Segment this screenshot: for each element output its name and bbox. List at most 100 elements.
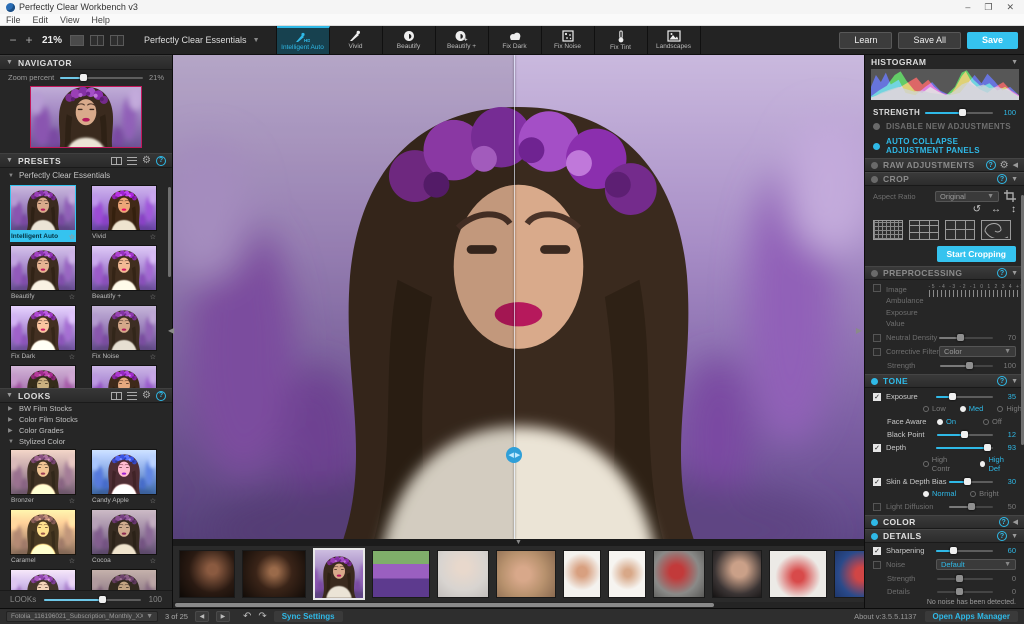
collapse-triangle-icon[interactable]: ▼ bbox=[1011, 270, 1018, 277]
toolbar-preset-vivid[interactable]: Vivid bbox=[330, 26, 383, 54]
aspect-ratio-dropdown[interactable]: Original ▼ bbox=[935, 191, 999, 202]
flip-vertical-icon[interactable]: ↕ bbox=[1011, 204, 1016, 215]
list-view-icon[interactable] bbox=[127, 157, 137, 165]
menu-help[interactable]: Help bbox=[91, 15, 110, 25]
thumbnail-view-icon[interactable] bbox=[111, 392, 122, 400]
favorite-star-icon[interactable]: ☆ bbox=[150, 557, 156, 565]
filmstrip-thumb-7[interactable] bbox=[563, 550, 601, 598]
noise-checkbox[interactable] bbox=[873, 561, 881, 569]
about-version[interactable]: About v:3.5.5.1137 bbox=[854, 612, 916, 621]
favorite-star-icon[interactable]: ☆ bbox=[150, 497, 156, 505]
redo-icon[interactable]: ↷ bbox=[258, 612, 266, 622]
help-icon[interactable]: ? bbox=[997, 376, 1007, 386]
toolbar-preset-fix-noise[interactable]: Fix Noise bbox=[542, 26, 595, 54]
look-tile-bronzer[interactable]: Bronzer☆ bbox=[10, 449, 76, 506]
looks-header[interactable]: ▼ LOOKS ⚙ ? bbox=[0, 388, 172, 403]
presets-scrollbar[interactable] bbox=[168, 187, 171, 277]
filmstrip-collapse-chevron[interactable]: ▼ bbox=[173, 539, 864, 546]
filmstrip-thumb-2[interactable] bbox=[242, 550, 306, 598]
filename-dropdown[interactable]: Fotolia_116196021_Subscription_Monthly_X… bbox=[6, 611, 158, 622]
face-aware-on-radio[interactable]: On bbox=[937, 417, 956, 426]
undo-icon[interactable]: ↶ bbox=[243, 612, 251, 622]
exposure-high-radio[interactable]: High bbox=[997, 404, 1021, 413]
main-image[interactable]: ◀ ▶ bbox=[173, 55, 864, 539]
strength-slider[interactable] bbox=[925, 108, 993, 117]
flip-horizontal-icon[interactable]: ↔ bbox=[991, 204, 1001, 215]
noise-strength-slider[interactable] bbox=[937, 574, 993, 583]
preset-tile-partial[interactable] bbox=[91, 365, 157, 388]
help-icon[interactable]: ? bbox=[986, 160, 996, 170]
toolbar-preset-landscapes[interactable]: Landscapes bbox=[648, 26, 701, 54]
crop-grid-thirds-button[interactable] bbox=[909, 220, 939, 240]
neutral-density-slider[interactable] bbox=[939, 333, 993, 342]
color-header[interactable]: COLOR ? ◀ bbox=[865, 515, 1024, 529]
learn-button[interactable]: Learn bbox=[839, 32, 892, 49]
look-tile-partial[interactable] bbox=[91, 569, 157, 590]
preset-tile-beautify[interactable]: Beautify☆ bbox=[10, 245, 76, 302]
favorite-star-icon[interactable]: ☆ bbox=[150, 293, 156, 301]
noise-dropdown[interactable]: Default ▼ bbox=[936, 559, 1016, 570]
favorite-star-icon[interactable]: ☆ bbox=[69, 497, 75, 505]
preset-tile-beautify-plus[interactable]: Beautify +☆ bbox=[91, 245, 157, 302]
collapse-triangle-icon[interactable]: ▼ bbox=[1011, 59, 1018, 66]
depth-high-def-radio[interactable]: High Def bbox=[980, 455, 1016, 473]
black-point-slider[interactable] bbox=[937, 430, 993, 439]
filmstrip-thumb-4[interactable] bbox=[372, 550, 430, 598]
menu-file[interactable]: File bbox=[6, 15, 21, 25]
looks-group-color-grades[interactable]: ▶Color Grades bbox=[0, 425, 172, 436]
collapse-triangle-icon[interactable]: ◀ bbox=[1013, 161, 1018, 169]
view-single-button[interactable] bbox=[70, 35, 84, 46]
close-button[interactable]: ✕ bbox=[1006, 0, 1014, 14]
collapse-triangle-icon[interactable]: ▼ bbox=[1011, 533, 1018, 540]
view-split-button[interactable] bbox=[90, 35, 104, 46]
crop-grid-golden-spiral-button[interactable] bbox=[981, 220, 1011, 240]
details-header[interactable]: DETAILS ? ▼ bbox=[865, 529, 1024, 543]
help-icon[interactable]: ? bbox=[156, 391, 166, 401]
zoom-out-button[interactable]: − bbox=[8, 33, 18, 47]
help-icon[interactable]: ? bbox=[997, 174, 1007, 184]
raw-adjustments-header[interactable]: RAW ADJUSTMENTS ? ⚙ ◀ bbox=[865, 158, 1024, 172]
next-image-button[interactable]: ▶ bbox=[216, 611, 230, 622]
preset-group-dropdown[interactable]: Perfectly Clear Essentials▼ bbox=[136, 35, 267, 45]
auto-collapse-toggle[interactable]: AUTO COLLAPSE ADJUSTMENT PANELS bbox=[865, 134, 1024, 158]
open-apps-manager-button[interactable]: Open Apps Manager bbox=[925, 611, 1019, 622]
preprocessing-strength-slider[interactable] bbox=[940, 361, 993, 370]
light-diffusion-slider[interactable] bbox=[949, 502, 993, 511]
exposure-med-radio[interactable]: Med bbox=[960, 404, 984, 413]
filmstrip-thumb-8[interactable] bbox=[608, 550, 646, 598]
preset-tile-fix-noise[interactable]: Fix Noise☆ bbox=[91, 305, 157, 362]
minimize-button[interactable]: – bbox=[965, 0, 970, 14]
zoom-in-button[interactable]: + bbox=[24, 33, 34, 47]
skin-depth-bias-checkbox[interactable]: ✓ bbox=[873, 478, 881, 486]
sync-settings-button[interactable]: Sync Settings bbox=[274, 611, 343, 622]
crop-icon[interactable] bbox=[1004, 190, 1016, 202]
preset-tile-fix-dark[interactable]: Fix Dark☆ bbox=[10, 305, 76, 362]
before-after-split-line[interactable] bbox=[514, 55, 515, 539]
favorite-star-icon[interactable]: ☆ bbox=[69, 233, 75, 241]
sharpening-slider[interactable] bbox=[936, 546, 993, 555]
tone-header[interactable]: TONE ? ▼ bbox=[865, 374, 1024, 388]
gear-icon[interactable]: ⚙ bbox=[142, 156, 151, 165]
look-tile-candy-apple[interactable]: Candy Apple☆ bbox=[91, 449, 157, 506]
filmstrip-thumb-12[interactable] bbox=[834, 550, 864, 598]
filmstrip-thumb-11[interactable] bbox=[769, 550, 827, 598]
gear-icon[interactable]: ⚙ bbox=[1000, 161, 1009, 170]
list-view-icon[interactable] bbox=[127, 392, 137, 400]
toolbar-preset-intelligent-auto[interactable]: HD Intelligent Auto bbox=[277, 26, 330, 54]
save-all-button[interactable]: Save All bbox=[898, 32, 961, 49]
disable-new-adjustments-toggle[interactable]: DISABLE NEW ADJUSTMENTS bbox=[865, 119, 1024, 134]
sharpening-checkbox[interactable]: ✓ bbox=[873, 547, 881, 555]
navigator-thumbnail[interactable] bbox=[30, 86, 142, 148]
looks-group-bw-film[interactable]: ▶BW Film Stocks bbox=[0, 403, 172, 414]
favorite-star-icon[interactable]: ☆ bbox=[69, 353, 75, 361]
favorite-star-icon[interactable]: ☆ bbox=[150, 233, 156, 241]
exposure-value-ruler[interactable]: -5 -4 -3 -2 -1 0 1 2 3 4 +5 bbox=[929, 284, 1024, 297]
exposure-checkbox[interactable]: ✓ bbox=[873, 393, 881, 401]
corrective-filter-dropdown[interactable]: Color ▼ bbox=[939, 346, 1016, 357]
collapse-triangle-icon[interactable]: ▼ bbox=[1011, 378, 1018, 385]
filmstrip-thumb-10[interactable] bbox=[712, 550, 762, 598]
neutral-density-checkbox[interactable] bbox=[873, 334, 881, 342]
toolbar-preset-beautify-plus[interactable]: + Beautify + bbox=[436, 26, 489, 54]
preset-tile-partial[interactable] bbox=[10, 365, 76, 388]
preset-tile-intelligent-auto[interactable]: Intelligent Auto☆ bbox=[10, 185, 76, 242]
